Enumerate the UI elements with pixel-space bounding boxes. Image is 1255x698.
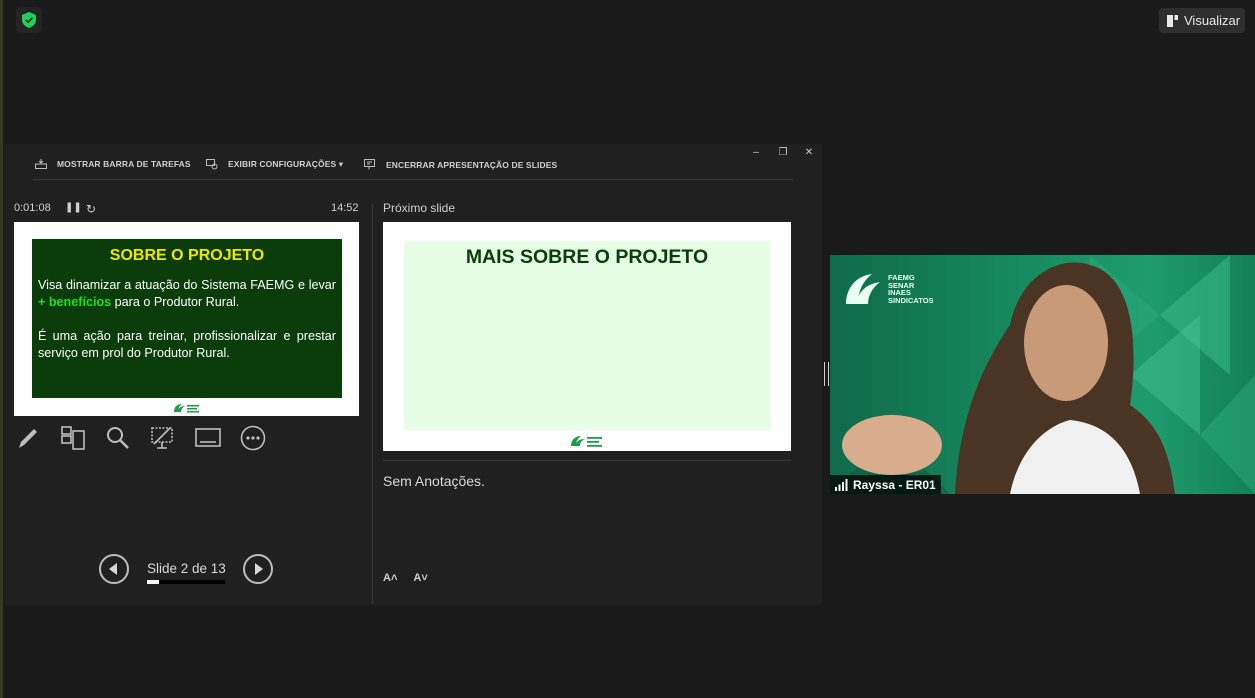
logo-line: SINDICATOS — [888, 295, 934, 305]
current-slide-body: Visa dinamizar a atuação do Sistema FAEM… — [38, 277, 336, 379]
slide-counter: Slide 2 de 13 — [147, 561, 226, 576]
black-screen-tool[interactable] — [149, 424, 177, 452]
more-options-tool[interactable] — [239, 424, 267, 452]
paragraph-1-text-b: para o Produtor Rural. — [111, 295, 240, 309]
taskbar-icon — [35, 159, 47, 169]
next-slide-logo — [570, 435, 604, 447]
next-slide-title: MAIS SOBRE O PROJETO — [465, 246, 709, 268]
paragraph-1-text-a: Visa dinamizar a atuação do Sistema FAEM… — [38, 278, 336, 292]
magnifier-icon — [107, 427, 129, 449]
current-slide-paragraph-2: É uma ação para treinar, profissionaliza… — [38, 329, 336, 360]
presenter-tools — [14, 424, 267, 452]
subtitles-icon — [195, 428, 221, 447]
pen-tool[interactable] — [14, 424, 42, 452]
leaf-logo-icon — [571, 436, 602, 447]
speaker-notes: Sem Anotações. — [383, 473, 485, 489]
display-settings-button[interactable]: EXIBIR CONFIGURAÇÕES ▾ — [206, 159, 343, 170]
pen-icon — [19, 429, 37, 448]
panel-divider — [372, 204, 373, 604]
resize-grip[interactable] — [824, 362, 829, 386]
subtitles-tool[interactable] — [194, 424, 222, 452]
view-layout-icon — [1167, 14, 1178, 27]
video-logo-text: FAEMG SENAR INAES SINDICATOS — [888, 274, 934, 304]
reset-timer-icon[interactable]: ↻ — [86, 202, 96, 216]
zoom-tool[interactable] — [104, 424, 132, 452]
increase-font-button[interactable]: A˄ — [383, 572, 397, 584]
next-slide-button[interactable] — [243, 554, 273, 584]
current-slide-logo — [173, 403, 201, 413]
black-screen-icon — [151, 427, 173, 449]
end-slideshow-icon — [364, 159, 375, 170]
video-logo: FAEMG SENAR INAES SINDICATOS — [844, 272, 934, 306]
signal-strength-icon — [835, 478, 848, 491]
view-button[interactable]: Visualizar — [1159, 8, 1245, 33]
leaf-logo-icon — [173, 404, 199, 413]
presenter-toolbar: MOSTRAR BARRA DE TAREFAS EXIBIR CONFIGUR… — [3, 144, 822, 180]
shield-icon — [22, 12, 36, 28]
minimize-icon[interactable]: – — [749, 147, 763, 158]
all-slides-icon — [61, 426, 85, 450]
next-slide-content: MAIS SOBRE O PROJETO — [404, 241, 770, 430]
current-slide-title: SOBRE O PROJETO — [109, 247, 265, 264]
toolbar-divider — [33, 179, 793, 180]
slide-progress-fill — [147, 580, 159, 584]
next-arrow-icon — [255, 563, 263, 575]
close-icon[interactable]: ✕ — [802, 147, 816, 158]
display-settings-label: EXIBIR CONFIGURAÇÕES ▾ — [228, 159, 344, 169]
slide-navigation: Slide 2 de 13 — [98, 554, 278, 588]
current-slide-preview: SOBRE O PROJETO Visa dinamizar a atuação… — [14, 222, 359, 416]
security-shield-button[interactable] — [16, 7, 42, 33]
presenter-view-window: MOSTRAR BARRA DE TAREFAS EXIBIR CONFIGUR… — [3, 144, 822, 605]
display-settings-icon — [206, 159, 218, 170]
end-slideshow-label: ENCERRAR APRESENTAÇÃO DE SLIDES — [386, 159, 558, 170]
previous-slide-button[interactable] — [99, 554, 129, 584]
clock: 14:52 — [331, 202, 359, 214]
notes-divider — [383, 460, 791, 461]
participant-video[interactable]: FAEMG SENAR INAES SINDICATOS — [830, 255, 1255, 494]
show-taskbar-button[interactable]: MOSTRAR BARRA DE TAREFAS — [35, 159, 191, 169]
participant-name-tag: Rayssa - ER01 — [830, 475, 941, 494]
next-slide-preview: MAIS SOBRE O PROJETO — [383, 222, 791, 451]
current-slide-content: SOBRE O PROJETO Visa dinamizar a atuação… — [32, 239, 342, 398]
view-button-label: Visualizar — [1184, 13, 1241, 28]
pause-icon[interactable]: ❚❚ — [65, 202, 82, 213]
slide-progress-bar — [147, 580, 225, 584]
see-all-slides-tool[interactable] — [59, 424, 87, 452]
previous-arrow-icon — [109, 563, 117, 575]
restore-icon[interactable]: ❐ — [776, 147, 790, 158]
notes-font-controls: A˄ A˅ — [383, 572, 428, 584]
elapsed-timer: 0:01:08 — [14, 202, 51, 214]
decrease-font-button[interactable]: A˅ — [413, 572, 427, 584]
next-slide-label: Próximo slide — [383, 201, 456, 215]
show-taskbar-label: MOSTRAR BARRA DE TAREFAS — [57, 159, 191, 169]
paragraph-1-highlight: + benefícios — [38, 295, 112, 309]
participant-name: Rayssa - ER01 — [853, 477, 936, 492]
current-slide-paragraph-1: Visa dinamizar a atuação do Sistema FAEM… — [38, 277, 336, 311]
more-options-icon — [240, 425, 266, 451]
end-slideshow-button[interactable]: ENCERRAR APRESENTAÇÃO DE SLIDES — [364, 159, 557, 170]
leaf-logo-icon — [846, 274, 880, 304]
